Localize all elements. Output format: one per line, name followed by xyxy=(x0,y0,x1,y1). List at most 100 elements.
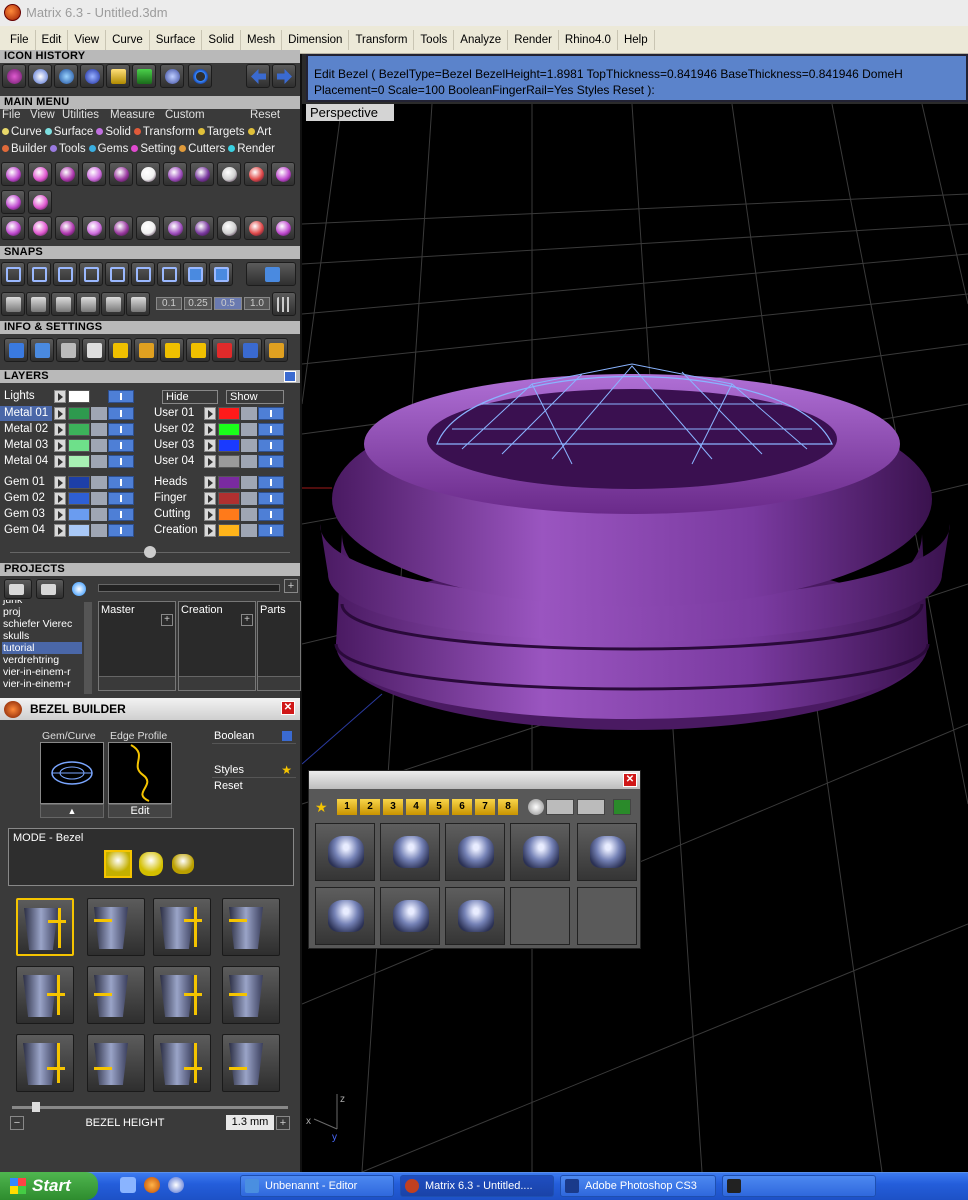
style-preview-shape xyxy=(458,836,494,868)
bezel-style-1-icon[interactable] xyxy=(315,823,375,881)
task-photoshop-label: Adobe Photoshop CS3 xyxy=(585,1180,697,1192)
bezel-tool-5-icon[interactable] xyxy=(16,966,74,1024)
start-button[interactable]: Start xyxy=(0,1172,98,1200)
axis-y-label: y xyxy=(332,1132,337,1143)
tool-arrow-shape xyxy=(58,908,61,948)
style-preview-shape xyxy=(328,900,364,932)
tool-cone-shape xyxy=(229,907,263,949)
task-photoshop[interactable]: Adobe Photoshop CS3 xyxy=(560,1175,716,1197)
task-unnamed[interactable] xyxy=(722,1175,876,1197)
axis-x-label: x xyxy=(306,1116,311,1127)
tool-arrow-shape xyxy=(48,920,66,923)
app-icon xyxy=(4,4,21,21)
bezel-tool-1-icon[interactable] xyxy=(16,898,74,956)
tool-cone-shape xyxy=(23,1043,57,1085)
bezel-height-slider-thumb[interactable] xyxy=(32,1102,40,1112)
menu-rhino[interactable]: Rhino4.0 xyxy=(559,29,618,50)
title-bar: Matrix 6.3 - Untitled.3dm xyxy=(0,0,968,26)
tool-arrow-shape xyxy=(57,975,60,1015)
matrix-icon xyxy=(405,1179,419,1193)
menu-curve[interactable]: Curve xyxy=(106,29,150,50)
bezel-tool-8-icon[interactable] xyxy=(222,966,280,1024)
bezel-tool-2-icon[interactable] xyxy=(87,898,145,956)
menu-transform[interactable]: Transform xyxy=(349,29,415,50)
quicklaunch-firefox-icon[interactable] xyxy=(144,1177,160,1193)
tool-cone-shape xyxy=(160,907,194,949)
command-line-1: Edit Bezel ( BezelType=Bezel BezelHeight… xyxy=(314,67,903,81)
bezel-tool-9-icon[interactable] xyxy=(16,1034,74,1092)
tool-arrow-shape xyxy=(57,1043,60,1083)
tool-cone-shape xyxy=(94,975,128,1017)
bezel-style-2-icon[interactable] xyxy=(380,823,440,881)
tool-cone-shape xyxy=(229,1043,263,1085)
style-preview-shape xyxy=(458,900,494,932)
axis-indicator xyxy=(313,1094,338,1130)
tool-cone-shape xyxy=(229,975,263,1017)
bezel-height-slider[interactable] xyxy=(12,1106,288,1109)
tool-cone-shape xyxy=(160,975,194,1017)
tool-arrow-shape xyxy=(94,919,112,922)
style-preview-shape xyxy=(328,836,364,868)
bezel-tools-grid xyxy=(0,54,300,1154)
z-axis-line xyxy=(302,693,383,765)
tool-arrow-shape xyxy=(194,907,197,947)
tool-arrow-shape xyxy=(184,993,202,996)
bezel-tool-11-icon[interactable] xyxy=(153,1034,211,1092)
bezel-style-8-icon[interactable] xyxy=(445,887,505,945)
task-matrix[interactable]: Matrix 6.3 - Untitled.... xyxy=(400,1175,554,1197)
bezel-model xyxy=(320,363,950,730)
viewport-scene: z x y xyxy=(302,104,968,1172)
bezel-tool-4-icon[interactable] xyxy=(222,898,280,956)
photoshop-icon xyxy=(565,1179,579,1193)
left-panel: ICON HISTORY MAIN MENU File View Utiliti… xyxy=(0,50,302,1172)
menu-render[interactable]: Render xyxy=(508,29,559,50)
style-preview-shape xyxy=(590,836,626,868)
bezel-tool-12-icon[interactable] xyxy=(222,1034,280,1092)
menu-solid[interactable]: Solid xyxy=(202,29,241,50)
bezel-height-value[interactable]: 1.3 mm xyxy=(226,1115,274,1130)
tool-arrow-shape xyxy=(94,1067,112,1070)
bezel-style-5-icon[interactable] xyxy=(577,823,637,881)
quicklaunch-media-icon[interactable] xyxy=(168,1177,184,1193)
task-editor[interactable]: Unbenannt - Editor xyxy=(240,1175,394,1197)
menu-file[interactable]: File xyxy=(4,29,36,50)
command-bar[interactable]: Edit Bezel ( BezelType=Bezel BezelHeight… xyxy=(306,54,968,102)
styles-grid xyxy=(309,771,639,949)
menu-dimension[interactable]: Dimension xyxy=(282,29,350,50)
menu-surface[interactable]: Surface xyxy=(150,29,203,50)
menu-mesh[interactable]: Mesh xyxy=(241,29,283,50)
tool-arrow-shape xyxy=(47,1067,65,1070)
quicklaunch-ie-icon[interactable] xyxy=(120,1177,136,1193)
bezel-height-increase[interactable]: + xyxy=(276,1116,290,1130)
bezel-height-decrease[interactable]: − xyxy=(10,1116,24,1130)
menu-view[interactable]: View xyxy=(68,29,107,50)
bezel-style-3-icon[interactable] xyxy=(445,823,505,881)
menu-help[interactable]: Help xyxy=(618,29,655,50)
menu-tools[interactable]: Tools xyxy=(414,29,455,50)
bezel-tool-7-icon[interactable] xyxy=(153,966,211,1024)
empty-style-cell xyxy=(577,887,637,945)
tool-cone-shape xyxy=(94,1043,128,1085)
viewport-label[interactable]: Perspective xyxy=(306,104,394,121)
tool-arrow-shape xyxy=(229,1067,247,1070)
perspective-viewport[interactable]: z x y xyxy=(302,104,968,1172)
unnamed-task-icon xyxy=(727,1179,741,1193)
styles-popup: ✕ ★ 12345678 xyxy=(308,770,641,949)
bezel-style-7-icon[interactable] xyxy=(380,887,440,945)
bezel-style-6-icon[interactable] xyxy=(315,887,375,945)
menu-analyze[interactable]: Analyze xyxy=(454,29,509,50)
tool-arrow-shape xyxy=(47,993,65,996)
tool-cone-shape xyxy=(24,908,58,950)
task-matrix-label: Matrix 6.3 - Untitled.... xyxy=(425,1180,533,1192)
menu-edit[interactable]: Edit xyxy=(36,29,69,50)
start-label: Start xyxy=(32,1176,71,1195)
bezel-style-4-icon[interactable] xyxy=(510,823,570,881)
tool-arrow-shape xyxy=(184,919,202,922)
tool-cone-shape xyxy=(160,1043,194,1085)
task-editor-label: Unbenannt - Editor xyxy=(265,1180,358,1192)
bezel-tool-10-icon[interactable] xyxy=(87,1034,145,1092)
bezel-tool-6-icon[interactable] xyxy=(87,966,145,1024)
tool-arrow-shape xyxy=(229,919,247,922)
bezel-tool-3-icon[interactable] xyxy=(153,898,211,956)
tool-arrow-shape xyxy=(194,975,197,1015)
